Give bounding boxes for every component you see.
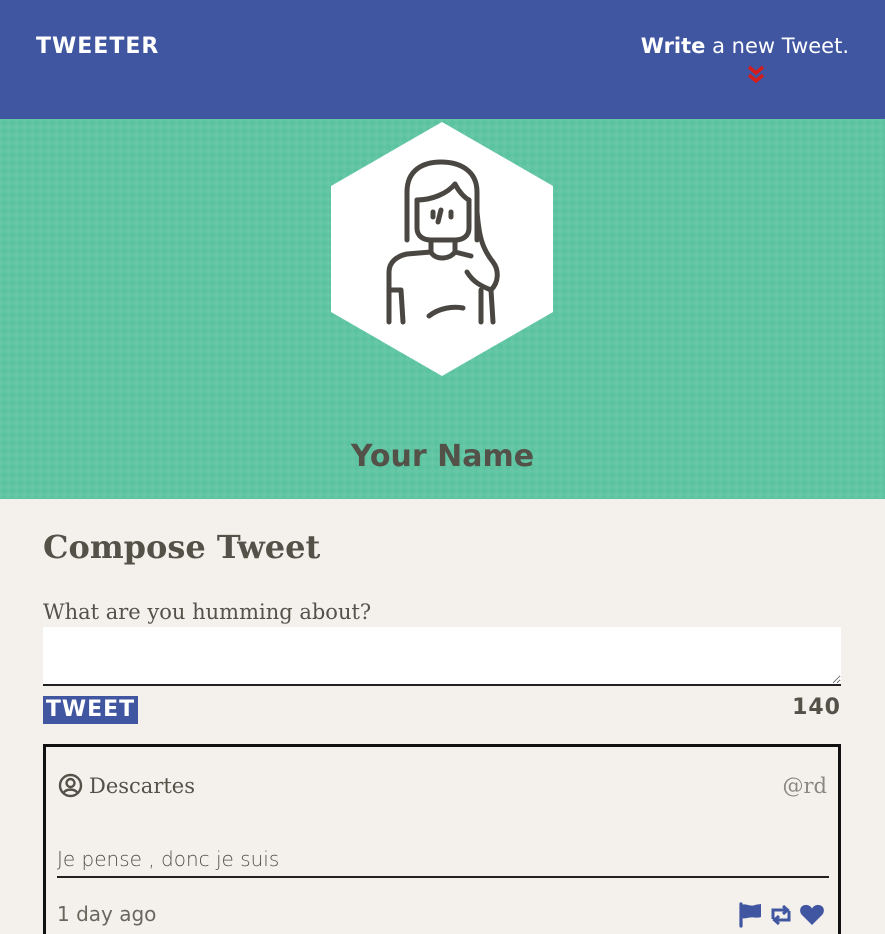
- top-nav: TWEETER Write a new Tweet.: [0, 0, 885, 119]
- tweet-input[interactable]: [43, 627, 841, 686]
- profile-header: Your Name: [0, 119, 885, 499]
- girl-avatar-icon: [331, 122, 553, 376]
- write-new-tweet-link[interactable]: Write a new Tweet.: [641, 34, 849, 58]
- compose-title: Compose Tweet: [43, 528, 321, 566]
- tweet-actions: [737, 902, 827, 928]
- retweet-icon[interactable]: [768, 902, 794, 928]
- tweet-author: Descartes: [89, 774, 196, 798]
- flag-icon[interactable]: [737, 902, 763, 928]
- tweet-card: Descartes @rd Je pense , donc je suis 1 …: [43, 744, 841, 934]
- compose-label: What are you humming about?: [43, 600, 372, 624]
- heart-icon[interactable]: [799, 902, 825, 928]
- brand-logo[interactable]: TWEETER: [36, 34, 159, 59]
- double-chevron-down-icon[interactable]: [745, 64, 767, 86]
- tweet-handle: @rd: [782, 774, 827, 798]
- tweet-timestamp: 1 day ago: [57, 902, 157, 926]
- tweet-text: Je pense , donc je suis: [57, 847, 829, 878]
- user-name: Your Name: [350, 439, 535, 474]
- new-tweet-label: a new Tweet.: [705, 34, 849, 58]
- user-circle-icon: [58, 773, 83, 798]
- tweet-button[interactable]: TWEET: [43, 696, 138, 724]
- character-counter: 140: [792, 695, 841, 720]
- write-label: Write: [640, 34, 706, 58]
